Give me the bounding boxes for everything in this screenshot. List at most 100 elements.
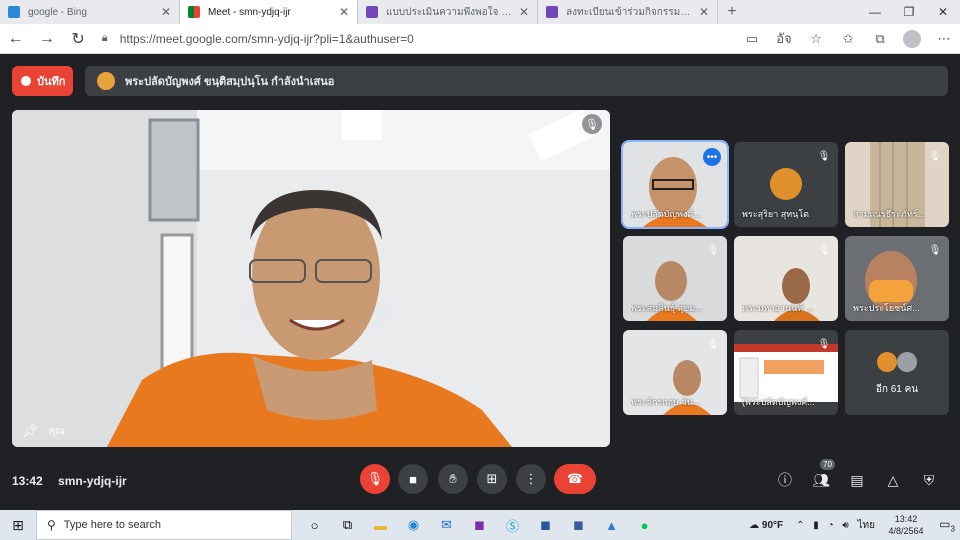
participant-name: พระจักรกฤษ จัน...: [631, 397, 701, 407]
task-view-icon[interactable]: ⧉: [331, 510, 364, 540]
main-video-image: [12, 110, 610, 447]
wifi-icon[interactable]: ◔: [828, 520, 834, 531]
mic-off-icon: 🎙︎: [817, 338, 831, 350]
avatar: [897, 352, 917, 372]
participant-name: (พระปลัดบัญพงศ์...: [742, 397, 815, 407]
tab-title: ลงทะเบียนเข้าร่วมกิจกรรม พระสงฆ์ : ห: [566, 6, 693, 18]
tray-icons: ⌃ ▮ ◔ 🔊︎ ไทย: [793, 518, 878, 533]
avatar: [97, 72, 115, 90]
participant-tile[interactable]: 🎙︎ พระประโยชน์ศ...: [845, 236, 949, 321]
tab-title: แบบประเมินความพึงพอใจ กิจกรรม พระ: [386, 6, 513, 18]
pin-icon[interactable]: 📌︎: [22, 423, 39, 439]
more-options-button[interactable]: ⋮: [516, 464, 546, 494]
language-indicator[interactable]: ไทย: [858, 520, 875, 531]
windows-start-icon[interactable]: ⊞: [0, 510, 36, 540]
onenote-icon[interactable]: ◼: [463, 510, 496, 540]
clock[interactable]: 13:42 4/8/2564: [878, 513, 934, 537]
address-bar-row: ← → ↻ 🔒︎ https://meet.google.com/smn-ydj…: [0, 24, 960, 54]
facebook-icon[interactable]: ◼: [562, 510, 595, 540]
new-tab-button[interactable]: +: [718, 0, 746, 24]
lock-icon: 🔒︎: [101, 32, 108, 44]
windows-taskbar: ⊞ ⚲ Type here to search ○ ⧉ ▬ ◉ ✉ ◼ Ⓢ ◼ …: [0, 510, 960, 540]
participant-tile[interactable]: 🎙︎ (พระปลัดบัญพงศ์...: [734, 330, 838, 415]
mic-off-icon: 🎙︎: [817, 150, 831, 162]
mic-off-icon: 🎙︎: [928, 244, 942, 256]
raise-hand-button[interactable]: ✋︎: [438, 464, 468, 494]
weather-widget[interactable]: ☁︎ 90°F: [749, 520, 783, 531]
close-tab-icon[interactable]: ✕: [339, 5, 349, 19]
close-window-button[interactable]: ✕: [926, 0, 960, 24]
close-tab-icon[interactable]: ✕: [699, 5, 709, 19]
tab-title: google - Bing: [28, 6, 87, 18]
mic-toggle-button[interactable]: 🎙︎: [360, 464, 390, 494]
mail-icon[interactable]: ✉: [430, 510, 463, 540]
weather-text: 90°F: [761, 519, 784, 531]
chevron-up-icon[interactable]: ⌃: [796, 520, 804, 531]
taskbar-search-input[interactable]: ⚲ Type here to search: [36, 510, 292, 540]
more-options-icon[interactable]: •••: [703, 148, 721, 166]
word-icon[interactable]: ◼: [529, 510, 562, 540]
favorites-icon[interactable]: ✩: [832, 24, 864, 54]
forms-icon: [546, 6, 558, 18]
forward-icon[interactable]: →: [31, 24, 62, 54]
participant-tile[interactable]: 🎙︎ พระมหาอานนท์ ...: [734, 236, 838, 321]
more-people-label: อีก 61 คน: [875, 384, 919, 395]
meeting-controls: 13:42 smn-ydjq-ijr 🎙︎ ■ ✋︎ ⊞ ⋮ ☎︎ ⓘ 👥︎ 70…: [0, 454, 960, 510]
record-button[interactable]: บันทึก: [12, 66, 73, 96]
present-screen-button[interactable]: ⊞: [477, 464, 507, 494]
cortana-icon[interactable]: ○: [298, 510, 331, 540]
participant-count-badge: 70: [820, 459, 835, 470]
star-icon[interactable]: ☆: [800, 24, 832, 54]
line-icon[interactable]: ●: [628, 510, 661, 540]
notification-count: 3: [950, 524, 955, 534]
volume-icon[interactable]: 🔊︎: [842, 520, 848, 531]
mic-off-icon: 🎙︎: [582, 114, 602, 134]
tab-forms-satisfaction[interactable]: แบบประเมินความพึงพอใจ กิจกรรม พระ ✕: [358, 0, 538, 24]
host-controls-icon[interactable]: ⛨: [918, 469, 940, 491]
chat-icon[interactable]: ▤: [846, 469, 868, 491]
main-video[interactable]: 🎙︎ 📌︎ คุณ: [12, 110, 610, 447]
more-participants-tile[interactable]: อีก 61 คน: [845, 330, 949, 415]
translate-icon[interactable]: อัจ: [768, 24, 800, 54]
more-icon[interactable]: ⋯: [928, 24, 960, 54]
skype-icon[interactable]: Ⓢ: [496, 510, 529, 540]
url-field[interactable]: 🔒︎ https://meet.google.com/smn-ydjq-ijr?…: [102, 28, 736, 50]
minimize-button[interactable]: —: [858, 0, 892, 24]
participant-tile[interactable]: 🎙︎ พระจักรกฤษ จัน...: [623, 330, 727, 415]
participant-tile[interactable]: 🎙︎ พระสุริยา สุทนฺโต: [734, 142, 838, 227]
participant-tile[interactable]: 🎙︎ พระสมสินธุ์ สุขุม...: [623, 236, 727, 321]
camera-toggle-button[interactable]: ■: [398, 464, 428, 494]
participant-name: พระมหาอานนท์ ...: [742, 303, 814, 313]
notification-icon[interactable]: ▭3: [934, 517, 960, 533]
camera-icon[interactable]: ▭: [736, 24, 768, 54]
participant-tile[interactable]: ••• พระปลัดบัญพงศ์...: [621, 140, 729, 229]
close-tab-icon[interactable]: ✕: [161, 5, 171, 19]
tab-meet[interactable]: Meet - smn-ydjq-ijr ✕: [180, 0, 358, 24]
forms-icon: [366, 6, 378, 18]
mic-off-icon: 🎙︎: [817, 244, 831, 256]
photos-icon[interactable]: ▲: [595, 510, 628, 540]
battery-icon[interactable]: ▮: [813, 520, 819, 531]
participant-tile[interactable]: 🎙︎ สามเณรธีระภัทร์...: [845, 142, 949, 227]
close-tab-icon[interactable]: ✕: [519, 5, 529, 19]
back-icon[interactable]: ←: [0, 24, 31, 54]
maximize-button[interactable]: ❐: [892, 0, 926, 24]
tab-bing[interactable]: google - Bing ✕: [0, 0, 180, 24]
avatar: [877, 352, 897, 372]
collections-icon[interactable]: ⧉: [864, 24, 896, 54]
search-icon: ⚲: [47, 518, 56, 532]
browser-tab-strip: google - Bing ✕ Meet - smn-ydjq-ijr ✕ แบ…: [0, 0, 960, 24]
url-text: https://meet.google.com/smn-ydjq-ijr?pli…: [119, 31, 414, 46]
tab-forms-registration[interactable]: ลงทะเบียนเข้าร่วมกิจกรรม พระสงฆ์ : ห ✕: [538, 0, 718, 24]
main-participant-label: 📌︎ คุณ: [22, 423, 64, 439]
meeting-details-icon[interactable]: ⓘ: [774, 469, 796, 491]
people-icon[interactable]: 👥︎ 70: [810, 459, 835, 491]
tab-title: Meet - smn-ydjq-ijr: [208, 6, 291, 18]
file-explorer-icon[interactable]: ▬: [364, 510, 397, 540]
mic-off-icon: 🎙︎: [706, 338, 720, 350]
leave-call-button[interactable]: ☎︎: [554, 464, 596, 494]
refresh-icon[interactable]: ↻: [62, 24, 93, 54]
edge-icon[interactable]: ◉: [397, 510, 430, 540]
activities-icon[interactable]: △: [882, 469, 904, 491]
profile-icon[interactable]: [896, 24, 928, 54]
